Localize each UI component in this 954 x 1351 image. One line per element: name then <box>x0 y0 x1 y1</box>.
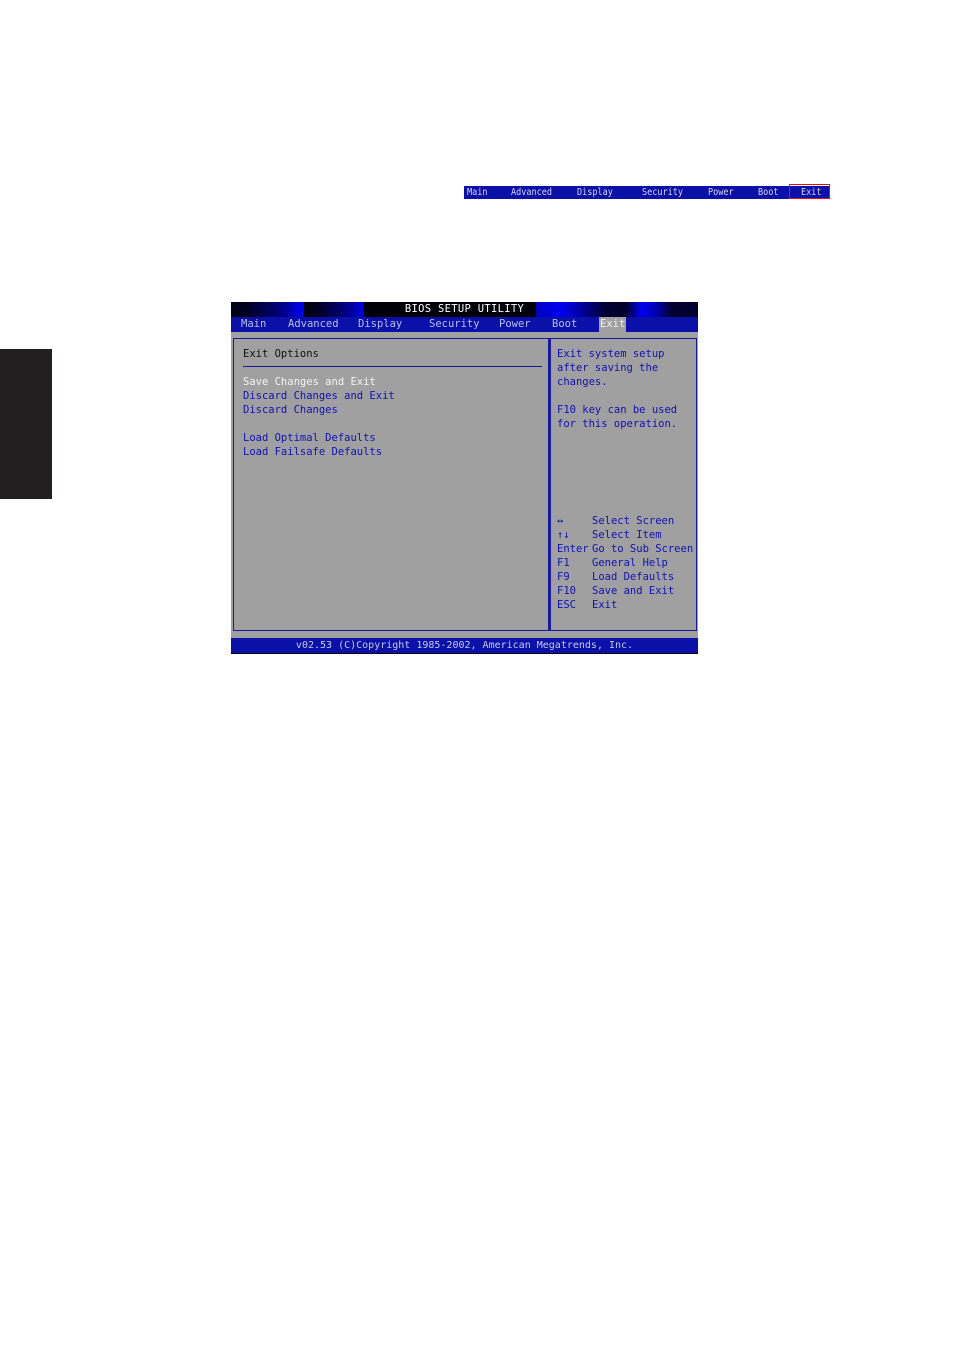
key-legend-row: F1 General Help <box>557 557 668 569</box>
tab-exit[interactable]: Exit <box>599 317 627 332</box>
tab-display[interactable]: Display <box>358 317 402 332</box>
key-label: F1 <box>557 557 570 569</box>
key-label: F10 <box>557 585 576 597</box>
key-legend-row: ↔ Select Screen <box>557 515 675 527</box>
key-label: F9 <box>557 571 570 583</box>
tab-boot[interactable]: Boot <box>552 317 577 332</box>
mini-menu-bar: Main Advanced Display Security Power Boo… <box>464 186 830 199</box>
option-save-changes-and-exit[interactable]: Save Changes and Exit <box>243 375 376 389</box>
help-panel: Exit system setup after saving the chang… <box>549 338 697 631</box>
key-arrows-horizontal-icon: ↔ <box>557 515 564 527</box>
bios-screen: BIOS SETUP UTILITY Main Advanced Display… <box>231 302 698 654</box>
key-arrows-vertical-icon: ↑↓ <box>557 529 570 541</box>
help-line: for this operation. <box>557 418 678 430</box>
tab-advanced[interactable]: Advanced <box>288 317 339 332</box>
tab-power[interactable]: Power <box>499 317 531 332</box>
help-line: after saving the <box>557 362 659 374</box>
help-line: Exit system setup <box>557 348 665 360</box>
menu-bar: Main Advanced Display Security Power Boo… <box>231 317 698 332</box>
option-load-failsafe-defaults[interactable]: Load Failsafe Defaults <box>243 445 382 459</box>
key-legend-row: F9 Load Defaults <box>557 571 675 583</box>
key-legend-row: Enter Go to Sub Screen <box>557 543 694 555</box>
section-title: Exit Options <box>243 348 319 360</box>
key-label: Enter <box>557 543 589 555</box>
help-line: F10 key can be used <box>557 404 678 416</box>
bios-title: BIOS SETUP UTILITY <box>404 303 525 315</box>
mini-menu-item-boot: Boot <box>758 187 779 198</box>
title-bar: BIOS SETUP UTILITY <box>231 302 698 317</box>
content-area: Exit Options Save Changes and Exit Disca… <box>231 332 698 638</box>
chapter-side-tab <box>0 349 52 499</box>
exit-highlight-box <box>789 184 830 199</box>
option-discard-changes-and-exit[interactable]: Discard Changes and Exit <box>243 389 395 403</box>
key-legend-row: ESC Exit <box>557 599 618 611</box>
mini-menu-item-display: Display <box>577 187 613 198</box>
option-load-optimal-defaults[interactable]: Load Optimal Defaults <box>243 431 376 445</box>
mini-menu-item-security: Security <box>642 187 683 198</box>
option-discard-changes[interactable]: Discard Changes <box>243 403 338 417</box>
key-label: ESC <box>557 599 576 611</box>
tab-main[interactable]: Main <box>241 317 266 332</box>
options-panel: Exit Options Save Changes and Exit Disca… <box>233 338 549 631</box>
footer-shadow <box>231 653 698 654</box>
mini-menu-item-power: Power <box>708 187 734 198</box>
key-legend-row: F10 Save and Exit <box>557 585 675 597</box>
help-line: changes. <box>557 376 608 388</box>
mini-menu-item-advanced: Advanced <box>511 187 552 198</box>
copyright-text: v02.53 (C)Copyright 1985-2002, American … <box>295 640 634 651</box>
tab-security[interactable]: Security <box>429 317 480 332</box>
mini-menu-item-main: Main <box>467 187 488 198</box>
footer-bar: v02.53 (C)Copyright 1985-2002, American … <box>231 638 698 653</box>
key-legend-row: ↑↓ Select Item <box>557 529 662 541</box>
section-divider <box>243 366 542 367</box>
